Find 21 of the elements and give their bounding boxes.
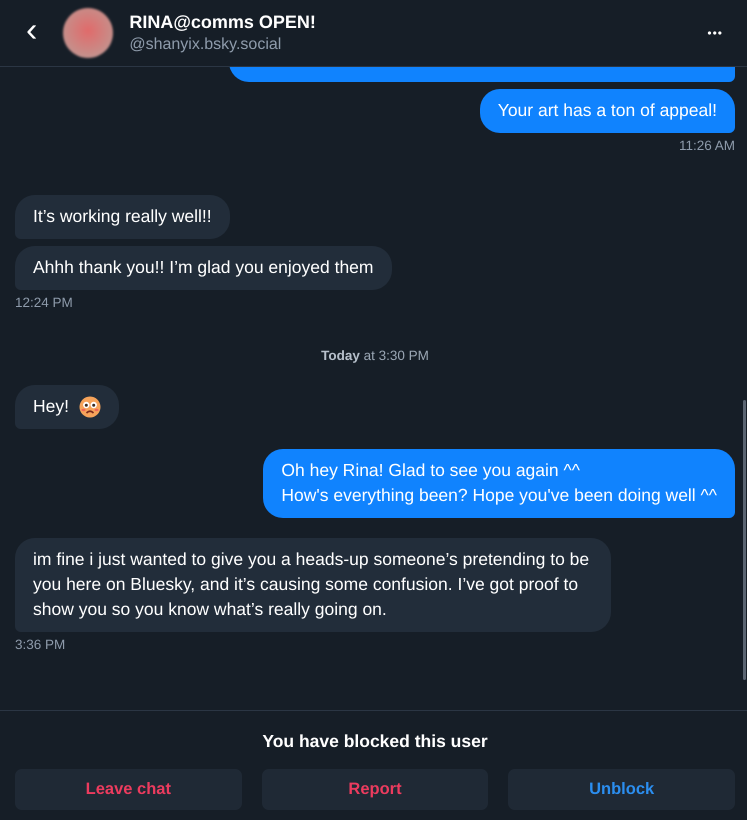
message-time: 11:26 AM <box>678 138 735 153</box>
action-button[interactable]: Leave chat <box>15 769 242 810</box>
message-time: 12:24 PM <box>15 295 73 310</box>
message-bubble: Ahhh thank you!! I’m glad you enjoyed them <box>15 246 392 290</box>
message-time: 3:36 PM <box>15 637 66 652</box>
message-bubble: Oh hey Rina! Glad to see you again ^^ How's everything been? Hope you've been doing well ^^ <box>263 449 735 518</box>
message-bubble: It’s working really well!! <box>15 195 230 239</box>
scrollbar[interactable] <box>743 400 746 680</box>
message-bubble: im fine i just wanted to give you a heads-up someone’s pretending to be you here on Bluesky, and it’s causing some confusion. I’ve got proof to show you so you know what’s really going on. <box>15 538 611 632</box>
action-button[interactable]: Unblock <box>508 769 735 810</box>
more-button[interactable]: ••• <box>703 22 727 44</box>
contact-handle: @shanyix.bsky.social <box>129 36 282 54</box>
back-button[interactable]: ‹ <box>22 13 42 53</box>
date-separator: Today at 3:30 PM <box>321 348 429 363</box>
message-text: Hey! <box>33 395 69 418</box>
message-bubble: Your art has a ton of appeal! <box>480 89 735 133</box>
blocked-notice: You have blocked this user <box>262 731 488 752</box>
contact-name: RINA@comms OPEN! <box>129 12 317 33</box>
worried-face-icon <box>78 396 101 418</box>
action-button[interactable]: Report <box>262 769 488 810</box>
avatar[interactable] <box>63 8 114 58</box>
